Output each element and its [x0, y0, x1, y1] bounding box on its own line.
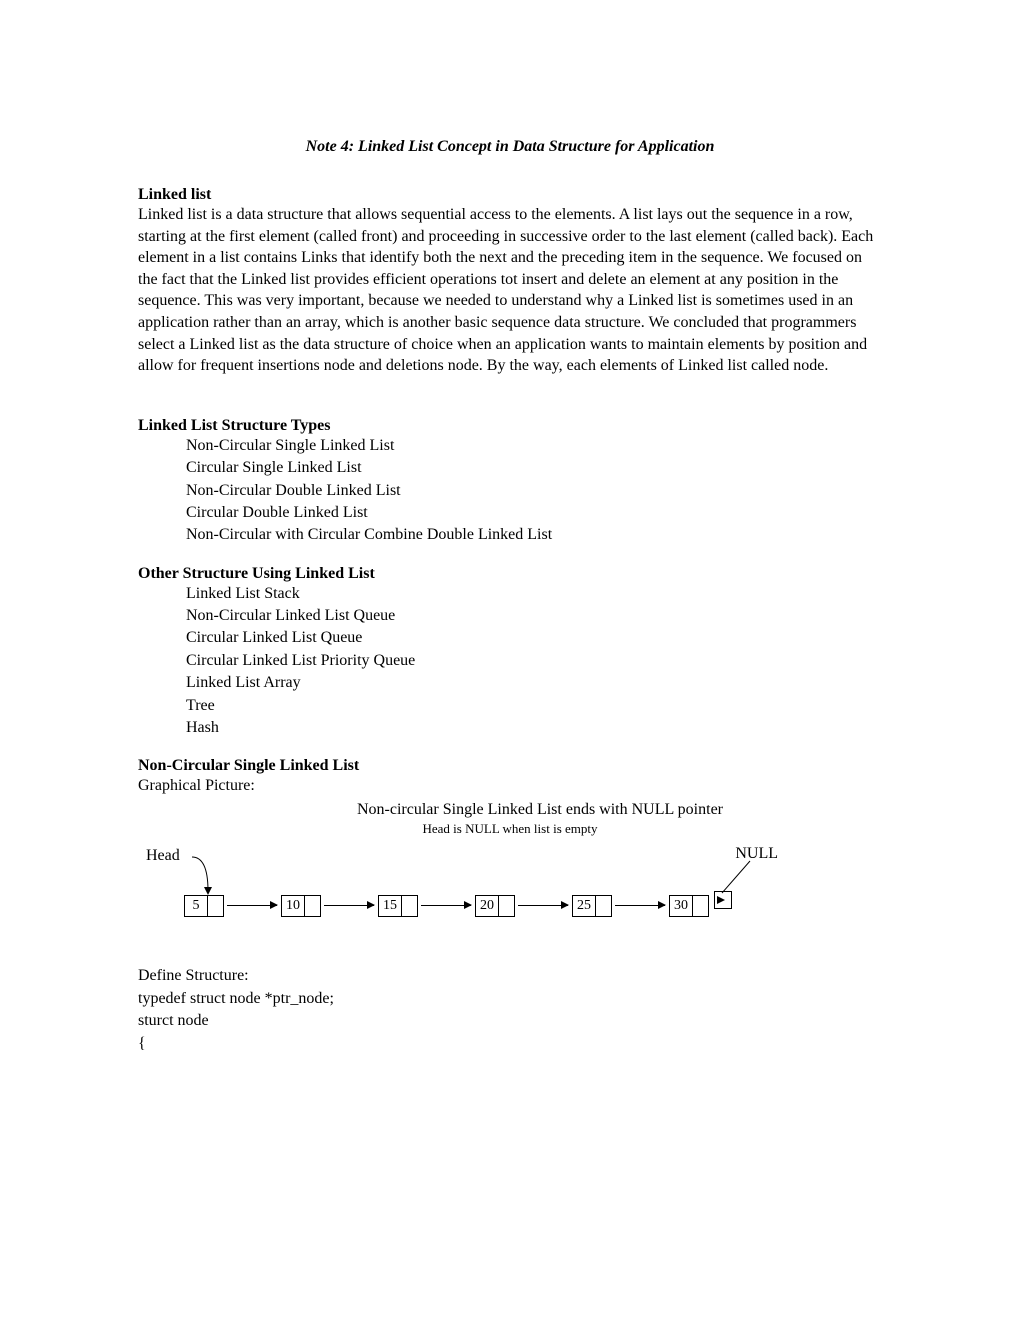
- diagram-caption: Non-circular Single Linked List ends wit…: [138, 801, 882, 819]
- node: 25: [572, 895, 612, 917]
- section-noncircular: Non-Circular Single Linked List Graphica…: [138, 757, 882, 941]
- list-structure-types: Non-Circular Single Linked List Circular…: [186, 435, 882, 547]
- node-value: 30: [670, 896, 693, 916]
- section-linked-list: Linked list Linked list is a data struct…: [138, 186, 882, 377]
- diagram-subcaption: Head is NULL when list is empty: [138, 821, 882, 837]
- code-line: typedef struct node *ptr_node;: [138, 988, 882, 1010]
- code-line: Define Structure:: [138, 965, 882, 987]
- heading-noncircular: Non-Circular Single Linked List: [138, 757, 882, 775]
- document-page: Note 4: Linked List Concept in Data Stru…: [0, 0, 1020, 1055]
- arrow-icon: [324, 905, 374, 906]
- head-label: Head: [146, 847, 180, 865]
- list-other-structure: Linked List Stack Non-Circular Linked Li…: [186, 583, 882, 740]
- list-item: Circular Linked List Priority Queue: [186, 650, 882, 672]
- list-item: Circular Single Linked List: [186, 457, 882, 479]
- arrow-icon: [518, 905, 568, 906]
- heading-structure-types: Linked List Structure Types: [138, 417, 882, 435]
- linked-list-diagram: Head NULL 5 10 15 20 25 30: [138, 841, 758, 941]
- list-item: Circular Linked List Queue: [186, 627, 882, 649]
- section-other-structure: Other Structure Using Linked List Linked…: [138, 565, 882, 740]
- code-line: sturct node: [138, 1010, 882, 1032]
- heading-linked-list: Linked list: [138, 186, 882, 204]
- node: 20: [475, 895, 515, 917]
- list-item: Non-Circular Single Linked List: [186, 435, 882, 457]
- section-structure-types: Linked List Structure Types Non-Circular…: [138, 417, 882, 547]
- null-arrow-icon: [716, 859, 756, 895]
- list-item: Non-Circular Linked List Queue: [186, 605, 882, 627]
- node-value: 10: [282, 896, 305, 916]
- code-line: {: [138, 1033, 882, 1055]
- node: 10: [281, 895, 321, 917]
- node: 30: [669, 895, 709, 917]
- arrow-icon: [421, 905, 471, 906]
- node-value: 15: [379, 896, 402, 916]
- arrow-icon: [615, 905, 665, 906]
- heading-other-structure: Other Structure Using Linked List: [138, 565, 882, 583]
- subheading-graphical: Graphical Picture:: [138, 777, 882, 795]
- paragraph-linked-list: Linked list is a data structure that all…: [138, 204, 882, 377]
- document-title: Note 4: Linked List Concept in Data Stru…: [138, 138, 882, 156]
- list-item: Non-Circular with Circular Combine Doubl…: [186, 524, 882, 546]
- node-value: 20: [476, 896, 499, 916]
- node: 15: [378, 895, 418, 917]
- head-arrow-icon: [188, 851, 228, 899]
- node-value: 25: [573, 896, 596, 916]
- list-item: Non-Circular Double Linked List: [186, 480, 882, 502]
- list-item: Linked List Array: [186, 672, 882, 694]
- arrow-icon: [227, 905, 277, 906]
- list-item: Linked List Stack: [186, 583, 882, 605]
- list-item: Circular Double Linked List: [186, 502, 882, 524]
- list-item: Tree: [186, 695, 882, 717]
- node: 5: [184, 895, 224, 917]
- code-block: Define Structure: typedef struct node *p…: [138, 965, 882, 1055]
- node-value: 5: [185, 896, 208, 916]
- null-box: [714, 891, 732, 909]
- list-item: Hash: [186, 717, 882, 739]
